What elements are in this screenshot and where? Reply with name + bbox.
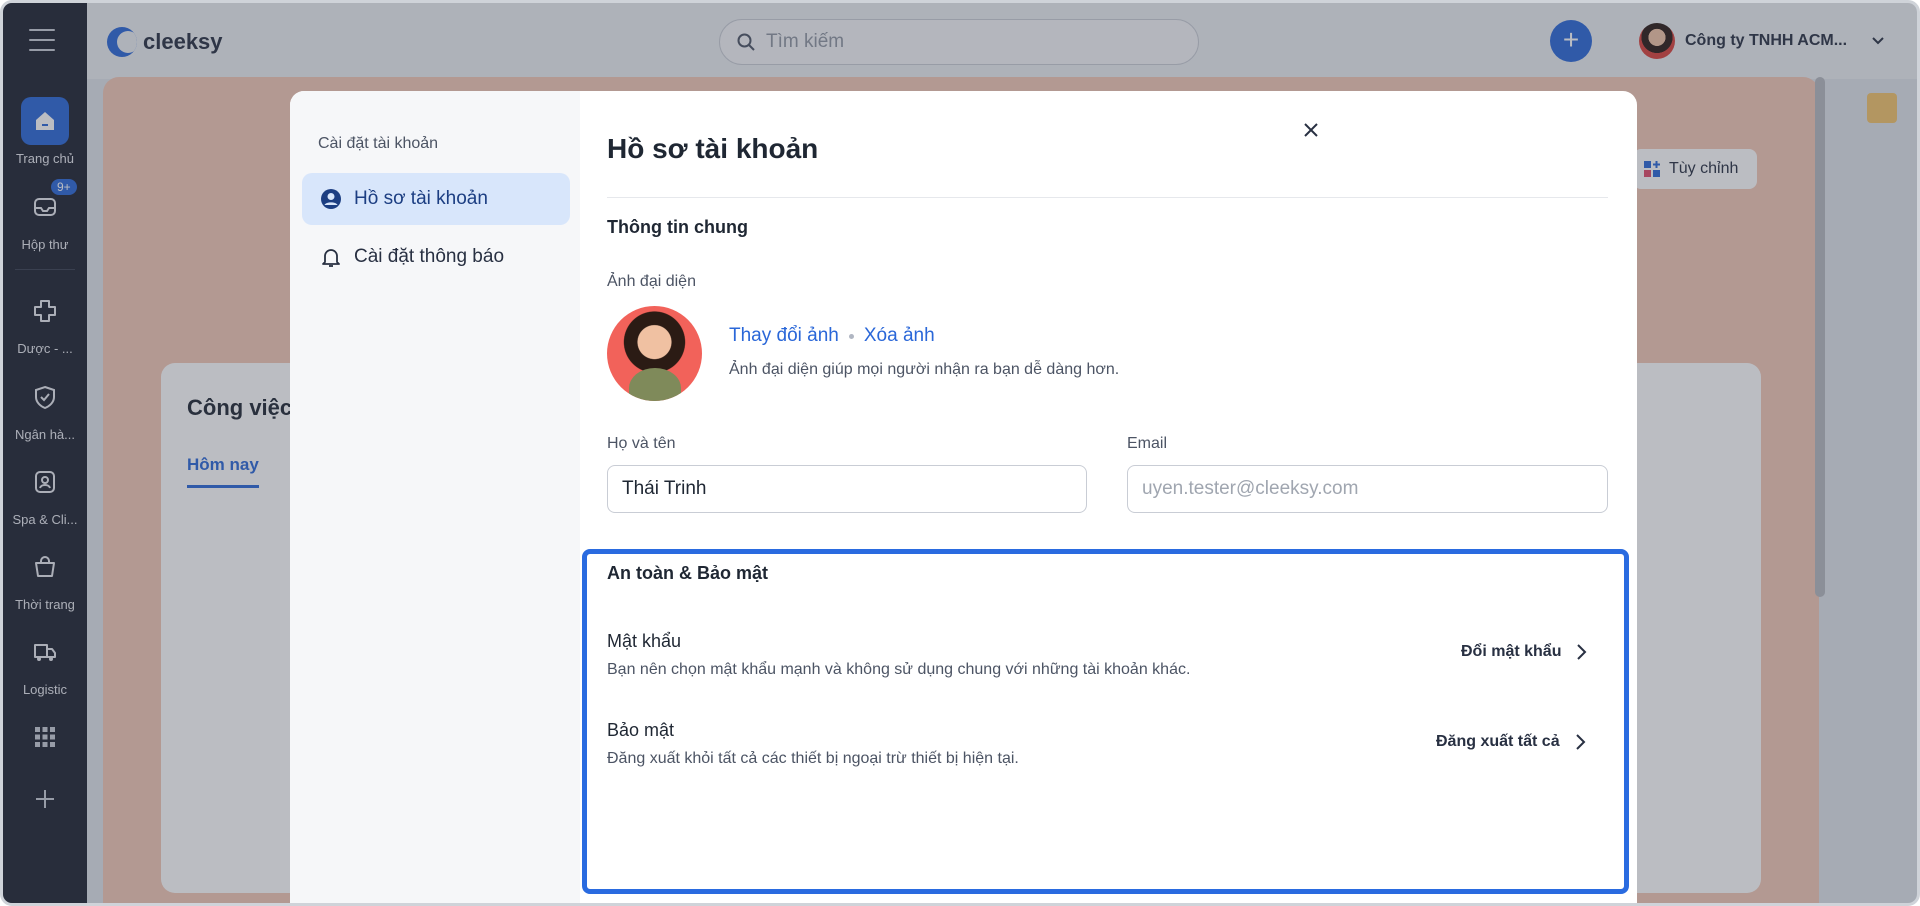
- profile-avatar: [607, 306, 702, 401]
- security-title: An toàn & Bảo mật: [607, 563, 769, 583]
- full-name-field[interactable]: [607, 465, 1087, 513]
- email-label: Email: [1127, 435, 1168, 452]
- change-password-button[interactable]: Đổi mật khẩu: [1461, 643, 1587, 661]
- password-title: Mật khẩu: [607, 631, 682, 651]
- logout-all-button[interactable]: Đăng xuất tất cả: [1436, 733, 1586, 751]
- nav-label: Hồ sơ tài khoản: [354, 188, 488, 209]
- nav-label: Cài đặt thông báo: [354, 246, 505, 267]
- security-row-title: Bảo mật: [607, 720, 675, 740]
- security-row-description: Đăng xuất khỏi tất cả các thiết bị ngoại…: [607, 750, 1019, 767]
- nav-notification-settings[interactable]: Cài đặt thông báo: [302, 231, 570, 283]
- modal-sidebar-heading: Cài đặt tài khoản: [318, 135, 439, 152]
- avatar-hint: Ảnh đại diện giúp mọi người nhận ra bạn …: [729, 361, 1120, 378]
- change-photo-link[interactable]: Thay đổi ảnh: [729, 325, 839, 347]
- bell-icon: [322, 249, 340, 267]
- general-info-title: Thông tin chung: [607, 217, 748, 237]
- modal-sidebar: Cài đặt tài khoản Hồ sơ tài khoản Cài đặ…: [290, 91, 580, 903]
- user-circle-icon: [321, 189, 341, 209]
- change-password-label: Đổi mật khẩu: [1461, 643, 1562, 660]
- close-icon[interactable]: [1300, 119, 1322, 141]
- avatar-label: Ảnh đại diện: [607, 273, 696, 290]
- modal-title: Hồ sơ tài khoản: [607, 133, 819, 164]
- photo-actions: Thay đổi ảnh Xóa ảnh: [729, 325, 935, 347]
- email-field[interactable]: [1127, 465, 1608, 513]
- nav-account-profile[interactable]: Hồ sơ tài khoản: [302, 173, 570, 225]
- password-description: Bạn nên chọn mật khẩu mạnh và không sử d…: [607, 661, 1191, 678]
- title-divider: [607, 197, 1608, 198]
- chevron-right-icon: [1577, 644, 1587, 660]
- separator-dot: [848, 333, 854, 339]
- chevron-right-icon: [1575, 734, 1586, 750]
- delete-photo-link[interactable]: Xóa ảnh: [864, 325, 935, 347]
- logout-all-label: Đăng xuất tất cả: [1436, 733, 1560, 750]
- full-name-label: Họ và tên: [607, 435, 676, 452]
- security-section: [582, 549, 1629, 894]
- app-window: Trang chủ 9+ Hộp thư Dược - ... Ngân hà.…: [0, 0, 1920, 906]
